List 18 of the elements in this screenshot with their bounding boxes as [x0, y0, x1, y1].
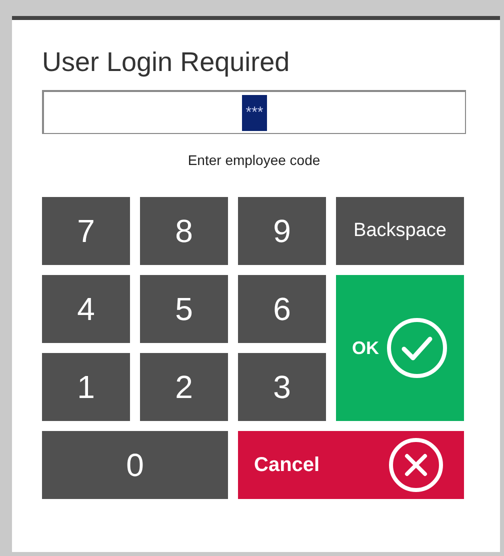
cancel-button[interactable]: Cancel: [238, 431, 464, 499]
digit-key[interactable]: 4: [42, 275, 130, 343]
digit-key[interactable]: 8: [140, 197, 228, 265]
hint-text: Enter employee code: [186, 151, 322, 170]
dialog-title: User Login Required: [42, 46, 291, 78]
backspace-key[interactable]: Backspace: [336, 197, 464, 265]
digit-key[interactable]: 6: [238, 275, 326, 343]
digit-key[interactable]: 5: [140, 275, 228, 343]
close-circle-icon: [388, 437, 444, 493]
digit-key[interactable]: 9: [238, 197, 326, 265]
checkmark-circle-icon: [386, 317, 448, 379]
employee-code-field[interactable]: ***: [42, 90, 466, 134]
digit-key[interactable]: 1: [42, 353, 130, 421]
digit-key[interactable]: 2: [140, 353, 228, 421]
digit-key[interactable]: 3: [238, 353, 326, 421]
digit-key[interactable]: 7: [42, 197, 130, 265]
field-value: ***: [242, 94, 268, 130]
digit-key[interactable]: 0: [42, 431, 228, 499]
